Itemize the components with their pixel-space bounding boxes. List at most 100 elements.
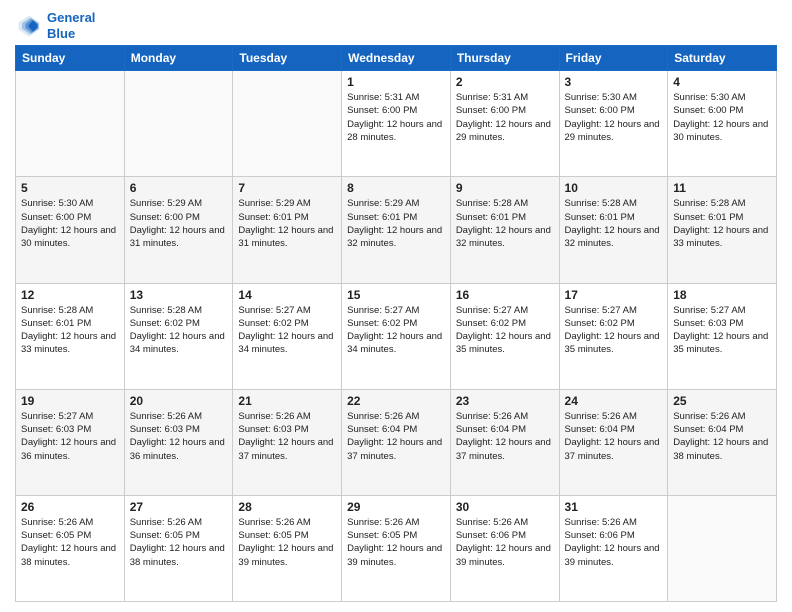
calendar-cell: 26 Sunrise: 5:26 AM Sunset: 6:05 PM Dayli… bbox=[16, 495, 125, 601]
day-info: Sunrise: 5:28 AM Sunset: 6:01 PM Dayligh… bbox=[565, 197, 663, 250]
day-info: Sunrise: 5:30 AM Sunset: 6:00 PM Dayligh… bbox=[565, 91, 663, 144]
calendar-cell: 11 Sunrise: 5:28 AM Sunset: 6:01 PM Dayli… bbox=[668, 177, 777, 283]
day-number: 21 bbox=[238, 394, 336, 408]
calendar-cell: 7 Sunrise: 5:29 AM Sunset: 6:01 PM Daylig… bbox=[233, 177, 342, 283]
weekday-header-tuesday: Tuesday bbox=[233, 46, 342, 71]
day-info: Sunrise: 5:27 AM Sunset: 6:02 PM Dayligh… bbox=[238, 304, 336, 357]
day-info: Sunrise: 5:31 AM Sunset: 6:00 PM Dayligh… bbox=[347, 91, 445, 144]
day-info: Sunrise: 5:28 AM Sunset: 6:02 PM Dayligh… bbox=[130, 304, 228, 357]
calendar-cell bbox=[16, 71, 125, 177]
day-info: Sunrise: 5:29 AM Sunset: 6:00 PM Dayligh… bbox=[130, 197, 228, 250]
day-number: 12 bbox=[21, 288, 119, 302]
calendar-week-2: 5Sunrise: 5:30 AM Sunset: 6:00 PM Daylig… bbox=[16, 177, 777, 283]
day-info: Sunrise: 5:26 AM Sunset: 6:06 PM Dayligh… bbox=[565, 516, 663, 569]
day-info: Sunrise: 5:26 AM Sunset: 6:04 PM Dayligh… bbox=[456, 410, 554, 463]
day-number: 23 bbox=[456, 394, 554, 408]
day-number: 18 bbox=[673, 288, 771, 302]
day-number: 24 bbox=[565, 394, 663, 408]
weekday-header-thursday: Thursday bbox=[450, 46, 559, 71]
page: General Blue SundayMondayTuesdayWednesda… bbox=[0, 0, 792, 612]
day-number: 27 bbox=[130, 500, 228, 514]
day-info: Sunrise: 5:27 AM Sunset: 6:02 PM Dayligh… bbox=[347, 304, 445, 357]
weekday-header-sunday: Sunday bbox=[16, 46, 125, 71]
day-info: Sunrise: 5:26 AM Sunset: 6:04 PM Dayligh… bbox=[347, 410, 445, 463]
day-info: Sunrise: 5:26 AM Sunset: 6:06 PM Dayligh… bbox=[456, 516, 554, 569]
calendar-cell: 29Sunrise: 5:26 AM Sunset: 6:05 PM Dayli… bbox=[342, 495, 451, 601]
logo-icon bbox=[15, 12, 43, 40]
weekday-header-wednesday: Wednesday bbox=[342, 46, 451, 71]
day-number: 5 bbox=[21, 181, 119, 195]
calendar-cell: 27 Sunrise: 5:26 AM Sunset: 6:05 PM Dayli… bbox=[124, 495, 233, 601]
calendar-cell: 9Sunrise: 5:28 AM Sunset: 6:01 PM Daylig… bbox=[450, 177, 559, 283]
day-info: Sunrise: 5:29 AM Sunset: 6:01 PM Dayligh… bbox=[238, 197, 336, 250]
calendar-cell: 8Sunrise: 5:29 AM Sunset: 6:01 PM Daylig… bbox=[342, 177, 451, 283]
calendar-cell: 10Sunrise: 5:28 AM Sunset: 6:01 PM Dayli… bbox=[559, 177, 668, 283]
weekday-header-row: SundayMondayTuesdayWednesdayThursdayFrid… bbox=[16, 46, 777, 71]
day-number: 2 bbox=[456, 75, 554, 89]
calendar-cell: 30 Sunrise: 5:26 AM Sunset: 6:06 PM Dayli… bbox=[450, 495, 559, 601]
day-info: Sunrise: 5:27 AM Sunset: 6:03 PM Dayligh… bbox=[673, 304, 771, 357]
calendar-cell: 16Sunrise: 5:27 AM Sunset: 6:02 PM Dayli… bbox=[450, 283, 559, 389]
calendar-cell: 13 Sunrise: 5:28 AM Sunset: 6:02 PM Dayli… bbox=[124, 283, 233, 389]
weekday-header-friday: Friday bbox=[559, 46, 668, 71]
calendar-cell bbox=[124, 71, 233, 177]
day-info: Sunrise: 5:26 AM Sunset: 6:03 PM Dayligh… bbox=[130, 410, 228, 463]
logo: General Blue bbox=[15, 10, 95, 41]
calendar-week-1: 1 Sunrise: 5:31 AM Sunset: 6:00 PM Daylig… bbox=[16, 71, 777, 177]
weekday-header-saturday: Saturday bbox=[668, 46, 777, 71]
day-number: 20 bbox=[130, 394, 228, 408]
day-info: Sunrise: 5:26 AM Sunset: 6:03 PM Dayligh… bbox=[238, 410, 336, 463]
calendar-cell: 21 Sunrise: 5:26 AM Sunset: 6:03 PM Dayli… bbox=[233, 389, 342, 495]
logo-text: General Blue bbox=[47, 10, 95, 41]
day-number: 31 bbox=[565, 500, 663, 514]
calendar-cell: 2 Sunrise: 5:31 AM Sunset: 6:00 PM Daylig… bbox=[450, 71, 559, 177]
calendar-week-3: 12 Sunrise: 5:28 AM Sunset: 6:01 PM Dayli… bbox=[16, 283, 777, 389]
day-info: Sunrise: 5:26 AM Sunset: 6:05 PM Dayligh… bbox=[21, 516, 119, 569]
day-number: 28 bbox=[238, 500, 336, 514]
day-number: 30 bbox=[456, 500, 554, 514]
day-info: Sunrise: 5:28 AM Sunset: 6:01 PM Dayligh… bbox=[21, 304, 119, 357]
calendar-cell: 20 Sunrise: 5:26 AM Sunset: 6:03 PM Dayli… bbox=[124, 389, 233, 495]
day-info: Sunrise: 5:26 AM Sunset: 6:05 PM Dayligh… bbox=[130, 516, 228, 569]
day-number: 11 bbox=[673, 181, 771, 195]
calendar-cell: 5Sunrise: 5:30 AM Sunset: 6:00 PM Daylig… bbox=[16, 177, 125, 283]
calendar-week-5: 26 Sunrise: 5:26 AM Sunset: 6:05 PM Dayli… bbox=[16, 495, 777, 601]
day-number: 7 bbox=[238, 181, 336, 195]
calendar-cell: 12 Sunrise: 5:28 AM Sunset: 6:01 PM Dayli… bbox=[16, 283, 125, 389]
header: General Blue bbox=[15, 10, 777, 41]
day-number: 8 bbox=[347, 181, 445, 195]
day-number: 17 bbox=[565, 288, 663, 302]
day-number: 22 bbox=[347, 394, 445, 408]
calendar-cell: 6Sunrise: 5:29 AM Sunset: 6:00 PM Daylig… bbox=[124, 177, 233, 283]
day-info: Sunrise: 5:26 AM Sunset: 6:04 PM Dayligh… bbox=[565, 410, 663, 463]
day-info: Sunrise: 5:26 AM Sunset: 6:05 PM Dayligh… bbox=[347, 516, 445, 569]
day-info: Sunrise: 5:27 AM Sunset: 6:02 PM Dayligh… bbox=[565, 304, 663, 357]
calendar-week-4: 19Sunrise: 5:27 AM Sunset: 6:03 PM Dayli… bbox=[16, 389, 777, 495]
day-info: Sunrise: 5:28 AM Sunset: 6:01 PM Dayligh… bbox=[673, 197, 771, 250]
calendar-cell bbox=[233, 71, 342, 177]
day-info: Sunrise: 5:27 AM Sunset: 6:02 PM Dayligh… bbox=[456, 304, 554, 357]
day-number: 13 bbox=[130, 288, 228, 302]
calendar-cell: 23 Sunrise: 5:26 AM Sunset: 6:04 PM Dayli… bbox=[450, 389, 559, 495]
day-info: Sunrise: 5:26 AM Sunset: 6:04 PM Dayligh… bbox=[673, 410, 771, 463]
calendar-cell: 15 Sunrise: 5:27 AM Sunset: 6:02 PM Dayli… bbox=[342, 283, 451, 389]
calendar-cell: 14Sunrise: 5:27 AM Sunset: 6:02 PM Dayli… bbox=[233, 283, 342, 389]
calendar-cell: 4Sunrise: 5:30 AM Sunset: 6:00 PM Daylig… bbox=[668, 71, 777, 177]
calendar-cell bbox=[668, 495, 777, 601]
day-number: 1 bbox=[347, 75, 445, 89]
calendar-cell: 19Sunrise: 5:27 AM Sunset: 6:03 PM Dayli… bbox=[16, 389, 125, 495]
calendar-cell: 22 Sunrise: 5:26 AM Sunset: 6:04 PM Dayli… bbox=[342, 389, 451, 495]
calendar-cell: 31 Sunrise: 5:26 AM Sunset: 6:06 PM Dayli… bbox=[559, 495, 668, 601]
day-info: Sunrise: 5:30 AM Sunset: 6:00 PM Dayligh… bbox=[673, 91, 771, 144]
calendar-cell: 28Sunrise: 5:26 AM Sunset: 6:05 PM Dayli… bbox=[233, 495, 342, 601]
day-number: 15 bbox=[347, 288, 445, 302]
day-number: 25 bbox=[673, 394, 771, 408]
day-number: 26 bbox=[21, 500, 119, 514]
calendar-cell: 1 Sunrise: 5:31 AM Sunset: 6:00 PM Daylig… bbox=[342, 71, 451, 177]
weekday-header-monday: Monday bbox=[124, 46, 233, 71]
day-info: Sunrise: 5:27 AM Sunset: 6:03 PM Dayligh… bbox=[21, 410, 119, 463]
calendar-cell: 17 Sunrise: 5:27 AM Sunset: 6:02 PM Dayli… bbox=[559, 283, 668, 389]
day-number: 3 bbox=[565, 75, 663, 89]
calendar-cell: 3 Sunrise: 5:30 AM Sunset: 6:00 PM Daylig… bbox=[559, 71, 668, 177]
day-info: Sunrise: 5:31 AM Sunset: 6:00 PM Dayligh… bbox=[456, 91, 554, 144]
